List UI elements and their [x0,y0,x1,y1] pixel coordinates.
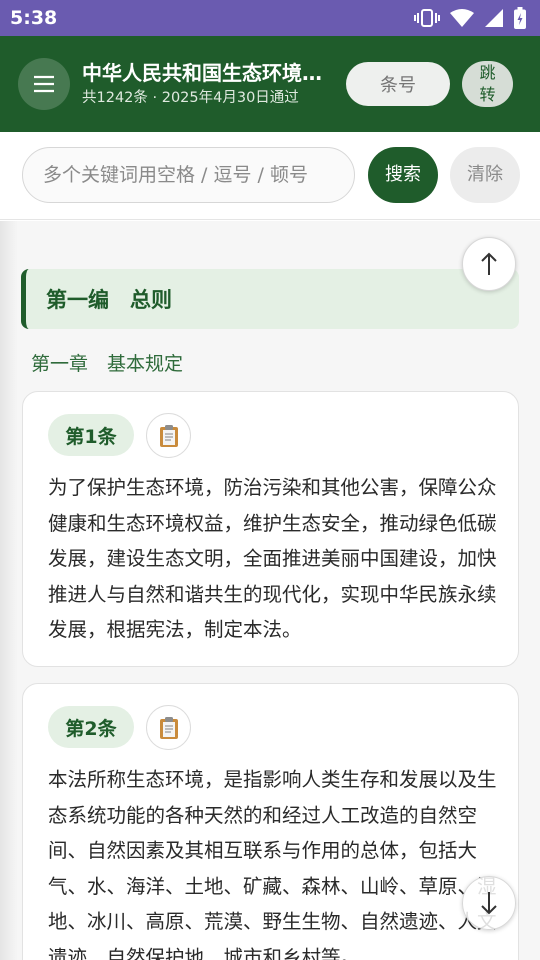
scroll-to-top-button[interactable] [462,237,516,291]
article-card: 第1条 为了保护生态环境，防治污染和其他公害，保障公众健康和生态环境权益，维护生… [22,391,519,667]
status-icons [414,7,526,29]
law-content-list[interactable]: 第一编 总则 第一章 基本规定 第1条 为了保护生态环境，防治污染和其他公害，保… [0,221,540,960]
search-input[interactable] [22,147,355,203]
chapter-heading: 第一章 基本规定 [31,353,184,375]
article-text: 本法所称生态环境，是指影响人类生存和发展以及生态系统功能的各种天然的和经过人工改… [48,768,497,960]
part-heading: 第一编 总则 [21,269,519,329]
arrow-down-icon [481,892,497,915]
app-subtitle: 共1242条 · 2025年4月30日通过 [82,90,299,106]
menu-button[interactable] [18,58,70,110]
article-text: 为了保护生态环境，防治污染和其他公害，保障公众健康和生态环境权益，维护生态安全，… [48,476,497,641]
clear-button[interactable]: 清除 [450,147,520,203]
article-number-input-button[interactable]: 条号 [346,62,450,106]
clipboard-icon [159,424,178,447]
status-bar: 5:38 [0,0,540,36]
jump-button[interactable]: 跳转 [462,61,513,107]
battery-icon [514,7,526,29]
copy-button[interactable] [146,413,191,458]
arrow-up-icon [481,252,497,275]
menu-icon [34,75,54,93]
app-title: 中华人民共和国生态环境法典 [82,61,340,85]
wifi-icon [450,9,474,27]
copy-button[interactable] [146,705,191,750]
clipboard-icon [159,716,178,739]
status-time: 5:38 [10,7,58,29]
vibrate-icon [414,9,440,27]
search-button[interactable]: 搜索 [368,147,438,203]
article-card: 第2条 本法所称生态环境，是指影响人类生存和发展以及生态系统功能的各种天然的和经… [22,683,519,960]
article-number-badge: 第2条 [48,706,134,748]
scroll-to-bottom-button[interactable] [462,876,516,930]
search-row: 搜索 清除 [0,132,540,220]
title-block: 中华人民共和国生态环境法典 共1242条 · 2025年4月30日通过 [82,60,340,108]
signal-icon [485,9,503,27]
article-number-badge: 第1条 [48,414,134,456]
app-bar: 中华人民共和国生态环境法典 共1242条 · 2025年4月30日通过 条号 跳… [0,36,540,132]
